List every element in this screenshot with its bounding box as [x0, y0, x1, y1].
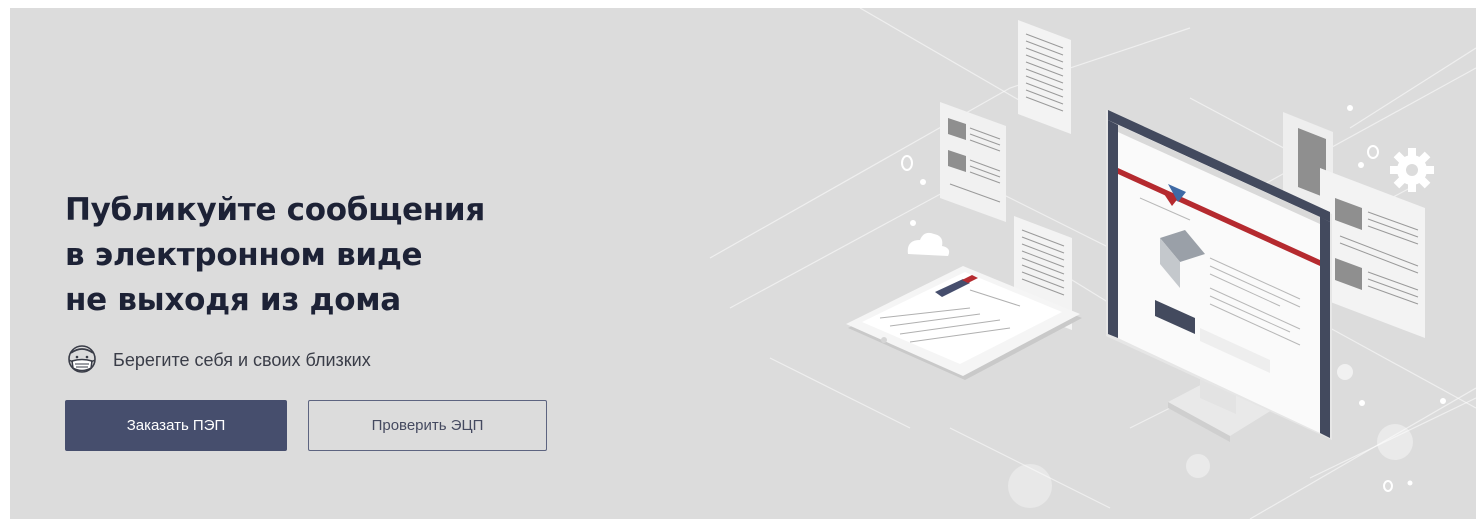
hero-headline: Публикуйте сообщения в электронном виде … — [65, 188, 485, 323]
tagline: Берегите себя и своих близких — [65, 342, 371, 378]
order-pep-button[interactable]: Заказать ПЭП — [65, 400, 287, 451]
headline-line-1: Публикуйте сообщения — [65, 192, 485, 228]
verify-signature-button[interactable]: Проверить ЭЦП — [308, 400, 547, 451]
face-mask-icon — [68, 345, 96, 373]
headline-line-2: в электронном виде — [65, 237, 423, 273]
hero-banner: Публикуйте сообщения в электронном виде … — [10, 8, 1476, 519]
tagline-text: Берегите себя и своих близких — [113, 349, 371, 370]
headline-line-3: не выходя из дома — [65, 282, 401, 318]
